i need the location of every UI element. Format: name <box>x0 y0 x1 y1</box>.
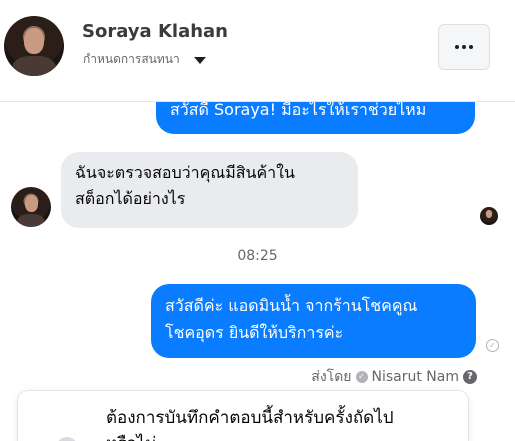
caret-down-icon <box>193 57 206 64</box>
message-line: สวัสดีค่ะ แอดมินน้ำ จากร้านโชคคูณ <box>165 296 418 315</box>
avatar-face <box>24 28 44 54</box>
prompt-text: ต้องการบันทึกคำตอบนี้สำหรับครั้งถัดไป หร… <box>106 405 446 441</box>
message-timestamp: 08:25 <box>237 248 278 264</box>
save-reply-prompt-card[interactable]: ต้องการบันทึกคำตอบนี้สำหรับครั้งถัดไป หร… <box>18 391 468 441</box>
incoming-message[interactable]: ฉันจะตรวจสอบว่าคุณมีสินค้าใน สต็อกได้อย่… <box>61 152 358 228</box>
message-line: โชคอุดร ยินดีให้บริการค่ะ <box>165 323 344 342</box>
contact-avatar-small[interactable] <box>11 187 51 227</box>
avatar-figure <box>12 56 56 76</box>
contact-name[interactable]: Soraya Klahan <box>82 21 228 42</box>
more-dots-icon-dot <box>462 45 466 49</box>
prompt-line: ต้องการบันทึกคำตอบนี้สำหรับครั้งถัดไป <box>106 408 394 428</box>
more-dots-icon-dot <box>469 45 473 49</box>
message-line: สต็อกได้อย่างไร <box>75 189 186 208</box>
more-options-button[interactable] <box>438 24 490 70</box>
conversation-header: Soraya Klahan กำหนดการสนทนา <box>0 0 515 102</box>
sent-by-label: ส่งโดย <box>311 369 352 385</box>
conversation-schedule-menu[interactable]: กำหนดการสนทนา <box>83 50 206 69</box>
help-icon[interactable]: ? <box>463 370 477 384</box>
prompt-line: หรือไม่ <box>106 431 446 441</box>
prompt-icon <box>56 437 78 441</box>
contact-avatar[interactable] <box>4 16 64 76</box>
sent-status-icon: ✓ <box>486 339 499 352</box>
outgoing-message[interactable]: สวัสดีค่ะ แอดมินน้ำ จากร้านโชคคูณ โชคอุด… <box>151 284 476 358</box>
avatar-figure <box>17 214 45 227</box>
avatar-face <box>486 210 492 218</box>
schedule-label: กำหนดการสนทนา <box>83 52 180 66</box>
message-line: ฉันจะตรวจสอบว่าคุณมีสินค้าใน <box>75 163 295 182</box>
outgoing-message-greeting[interactable]: สวัสดี Soraya! มีอะไรให้เราช่วยไหม <box>156 102 475 134</box>
sender-name: Nisarut Nam <box>371 369 460 385</box>
avatar-face <box>25 195 38 212</box>
check-icon: ✓ <box>355 371 368 383</box>
message-text: สวัสดี Soraya! มีอะไรให้เราช่วยไหม <box>170 102 427 119</box>
more-dots-icon <box>455 45 459 49</box>
sent-by-info: ส่งโดย ✓ Nisarut Nam ? <box>311 366 477 388</box>
read-receipt-avatar <box>480 207 498 225</box>
